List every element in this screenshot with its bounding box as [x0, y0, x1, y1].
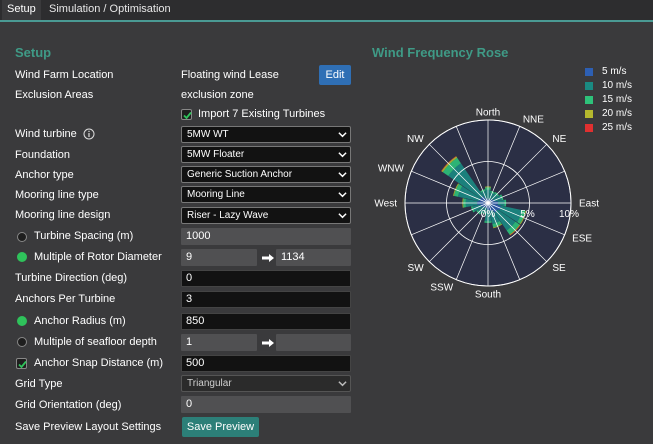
chevron-down-icon [338, 152, 347, 158]
wind-farm-location-label: Wind Farm Location [15, 69, 114, 81]
wind-turbine-select[interactable]: 5MW WT [181, 126, 351, 143]
chevron-down-icon [338, 192, 347, 198]
chevron-down-icon [338, 381, 347, 387]
rotor-diameter-label: Multiple of Rotor Diameter [34, 251, 162, 263]
rose-radial-label: 10% [559, 209, 579, 220]
mooring-line-type-value: Mooring Line [187, 189, 245, 200]
rose-direction-label: NNE [523, 114, 544, 125]
checkmark-icon [18, 360, 27, 369]
legend-swatch-10 [585, 82, 593, 90]
seafloor-depth-radio[interactable] [17, 337, 27, 347]
chevron-down-icon [338, 132, 347, 138]
anchor-radius-label: Anchor Radius (m) [34, 315, 126, 327]
turbine-direction-label: Turbine Direction (deg) [15, 272, 128, 284]
rotor-diameter-input[interactable]: 9 [181, 249, 257, 266]
anchor-snap-input[interactable]: 500 [181, 355, 351, 372]
mooring-line-design-value: Riser - Lazy Wave [187, 210, 269, 221]
legend-label-10: 10 m/s [602, 80, 633, 91]
rose-title: Wind Frequency Rose [372, 45, 509, 60]
import-turbines-label: Import 7 Existing Turbines [198, 108, 326, 120]
anchor-type-value: Generic Suction Anchor [187, 169, 293, 180]
mooring-line-design-label: Mooring line design [15, 209, 111, 221]
anchor-snap-checkbox[interactable] [16, 358, 27, 369]
mooring-line-type-label: Mooring line type [15, 189, 99, 201]
anchors-per-turbine-input[interactable]: 3 [181, 291, 351, 308]
chevron-down-icon [338, 213, 347, 219]
anchor-type-label: Anchor type [15, 169, 74, 181]
rotor-diameter-result: 1134 [276, 249, 351, 266]
rose-direction-label: South [475, 290, 501, 299]
turbine-direction-input[interactable]: 0 [181, 270, 351, 287]
foundation-label: Foundation [15, 149, 71, 161]
rose-direction-label: SE [552, 263, 566, 274]
wind-turbine-label: Wind turbine [15, 128, 77, 140]
rotor-diameter-radio[interactable] [17, 252, 27, 262]
legend-swatch-5 [585, 68, 593, 76]
turbine-spacing-radio[interactable] [17, 232, 27, 242]
legend-label-5: 5 m/s [602, 66, 627, 77]
grid-orientation-input[interactable]: 0 [181, 396, 351, 413]
exclusion-areas-label: Exclusion Areas [15, 89, 94, 101]
wind-farm-location-value: Floating wind Lease [181, 69, 279, 81]
rose-direction-label: SSW [430, 283, 453, 294]
foundation-select[interactable]: 5MW Floater [181, 146, 351, 163]
rose-direction-label: WNW [378, 164, 405, 175]
grid-type-label: Grid Type [15, 378, 63, 390]
mooring-line-type-select[interactable]: Mooring Line [181, 186, 351, 203]
anchor-radius-radio[interactable] [17, 316, 27, 326]
anchor-snap-label: Anchor Snap Distance (m) [34, 357, 163, 369]
chevron-down-icon [338, 172, 347, 178]
setup-title: Setup [15, 45, 52, 60]
seafloor-depth-result [276, 334, 351, 351]
legend-label-20: 20 m/s [602, 108, 633, 119]
anchor-radius-input[interactable]: 850 [181, 313, 351, 330]
foundation-value: 5MW Floater [187, 149, 245, 160]
rose-direction-label: ESE [572, 233, 592, 244]
seafloor-depth-label: Multiple of seafloor depth [34, 336, 157, 348]
mooring-line-design-select[interactable]: Riser - Lazy Wave [181, 207, 351, 224]
edit-location-button[interactable]: Edit [319, 65, 351, 85]
rose-radial-label: 5% [520, 209, 535, 220]
rose-radial-label: 0% [481, 209, 496, 220]
tab-simulation-optimisation[interactable]: Simulation / Optimisation [44, 0, 176, 20]
exclusion-areas-value: exclusion zone [181, 89, 254, 101]
grid-orientation-label: Grid Orientation (deg) [15, 399, 122, 411]
anchor-type-select[interactable]: Generic Suction Anchor [181, 166, 351, 183]
arrow-right-icon [262, 254, 274, 262]
grid-type-value: Triangular [187, 378, 232, 389]
seafloor-depth-input[interactable]: 1 [181, 334, 257, 351]
save-preview-button[interactable]: Save Preview [182, 417, 259, 437]
turbine-spacing-label: Turbine Spacing (m) [34, 230, 134, 242]
legend-label-15: 15 m/s [602, 94, 633, 105]
legend-label-25: 25 m/s [602, 122, 633, 133]
rose-direction-label: NE [552, 134, 566, 145]
rose-direction-label: NW [407, 134, 424, 145]
wind-rose-chart: North NNE NE East ESE SE South SSW SW West WNW NW 0%… [374, 108, 599, 299]
grid-type-select[interactable]: Triangular [181, 375, 351, 392]
tab-bar: Setup Simulation / Optimisation [0, 0, 653, 22]
rose-direction-label: SW [408, 263, 425, 274]
tab-setup[interactable]: Setup [2, 0, 41, 20]
rose-direction-label: East [579, 199, 599, 210]
info-icon[interactable] [83, 128, 95, 140]
checkmark-icon [183, 111, 192, 120]
anchors-per-turbine-label: Anchors Per Turbine [15, 293, 116, 305]
turbine-spacing-input[interactable]: 1000 [181, 228, 351, 245]
save-preview-label: Save Preview Layout Settings [15, 421, 162, 433]
rose-direction-label: West [374, 199, 397, 210]
arrow-right-icon [262, 339, 274, 347]
rose-direction-label: North [476, 108, 500, 119]
wind-turbine-value: 5MW WT [187, 129, 229, 140]
import-turbines-checkbox[interactable] [181, 109, 192, 120]
